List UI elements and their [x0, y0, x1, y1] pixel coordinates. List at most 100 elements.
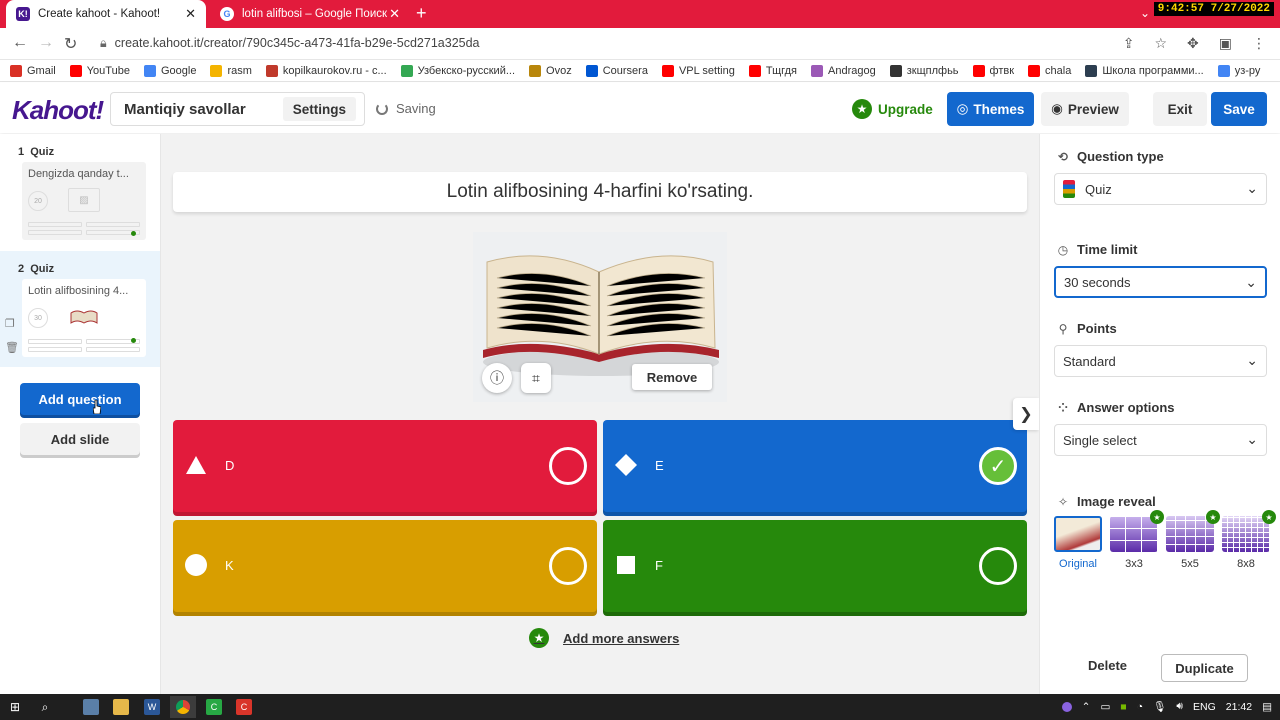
new-tab-icon[interactable]: + — [416, 3, 427, 24]
sidepanel-icon[interactable]: ▣ — [1219, 35, 1232, 52]
bookmark-item[interactable]: VPL setting — [661, 64, 735, 77]
correct-toggle[interactable] — [549, 447, 587, 485]
bookmark-item[interactable]: фтвк — [972, 64, 1014, 77]
delete-question-button[interactable]: Delete — [1088, 658, 1127, 673]
wifi-icon[interactable]: ◔ — [1137, 701, 1143, 713]
time-limit-select[interactable]: 30 seconds ⌄ — [1054, 266, 1267, 298]
close-tab-icon[interactable]: ✕ — [389, 6, 400, 22]
microphone-icon[interactable]: 🎙︎ — [1153, 700, 1166, 713]
bookmark-label: rasm — [227, 64, 252, 77]
bookmark-favicon-icon — [811, 64, 824, 77]
bookmark-item[interactable]: chala — [1028, 64, 1071, 77]
nvidia-icon[interactable]: ■ — [1120, 701, 1126, 713]
reveal-option-5x5[interactable]: 5x5 ★ — [1166, 510, 1220, 570]
camtasia-icon[interactable]: C — [206, 699, 222, 715]
crop-icon[interactable]: ⌗ — [521, 363, 551, 393]
add-question-button[interactable]: Add question — [20, 383, 140, 415]
search-icon[interactable]: ⌕ — [37, 699, 53, 715]
bookmark-item[interactable]: kopilkaurokov.ru - с... — [265, 64, 387, 77]
tab-google-search[interactable]: G lotin alifbosi – Google Поиск ✕ — [210, 0, 410, 28]
answer-text[interactable]: K — [225, 558, 234, 573]
duplicate-slide-icon[interactable]: ❐ — [5, 317, 15, 330]
chrome-icon[interactable] — [170, 696, 196, 718]
bookmark-star-icon[interactable]: ☆ — [1154, 35, 1167, 52]
answer-4[interactable]: F — [603, 520, 1027, 612]
add-more-answers-button[interactable]: ★ Add more answers — [529, 628, 679, 648]
answer-text[interactable]: E — [655, 458, 664, 473]
points-select[interactable]: Standard ⌄ — [1054, 345, 1267, 377]
question-title-field[interactable]: Lotin alifbosining 4-harfini ko'rsating. — [173, 172, 1027, 212]
language-indicator[interactable]: ENG — [1193, 701, 1216, 713]
tab-search-chevron-icon[interactable]: ⌄ — [1140, 6, 1150, 20]
bookmark-item[interactable]: уз-ру — [1217, 64, 1260, 77]
question-type-select[interactable]: Quiz ⌄ — [1054, 173, 1267, 205]
bookmark-item[interactable]: зкщплфьь — [889, 64, 959, 77]
menu-kebab-icon[interactable]: ⋮ — [1252, 35, 1266, 52]
back-arrow-icon[interactable]: ← — [12, 34, 28, 52]
add-slide-button[interactable]: Add slide — [20, 423, 140, 455]
extensions-icon[interactable]: ✥ — [1187, 35, 1199, 52]
chevron-right-icon[interactable]: ❯ — [1013, 398, 1039, 430]
recorder-icon[interactable]: C — [236, 699, 252, 715]
tab-create-kahoot[interactable]: K! Create kahoot - Kahoot! ✕ — [6, 0, 206, 28]
question-image[interactable]: ⓘ ⌗ Remove — [473, 232, 727, 402]
bookmark-item[interactable]: Coursera — [585, 64, 648, 77]
url-field[interactable]: 🔒︎ create.kahoot.it/creator/790c345c-a473… — [100, 36, 480, 51]
chevron-up-icon[interactable]: ⌃ — [1082, 701, 1091, 713]
bookmark-item[interactable]: Gmail — [10, 64, 56, 77]
answer-options-select[interactable]: Single select ⌄ — [1054, 424, 1267, 456]
exit-button[interactable]: Exit — [1153, 92, 1207, 126]
slide-item-selected[interactable]: 2 Quiz Lotin alifbosining 4... 30 ❐ 🗑︎ — [0, 251, 160, 367]
answer-2[interactable]: E ✓ — [603, 420, 1027, 512]
folder-icon[interactable] — [113, 699, 129, 715]
correct-toggle[interactable] — [549, 547, 587, 585]
upgrade-button[interactable]: ★ Upgrade — [852, 99, 933, 119]
answer-1[interactable]: D — [173, 420, 597, 512]
volume-icon[interactable]: 🔊︎ — [1176, 700, 1183, 713]
bookmark-item[interactable]: Google — [143, 64, 196, 77]
bookmark-item[interactable]: Ovoz — [529, 64, 572, 77]
bookmark-item[interactable]: rasm — [210, 64, 252, 77]
thumb-time: 30 — [28, 308, 48, 328]
system-clock[interactable]: 21:42 — [1226, 701, 1252, 713]
book-thumbnail-icon — [68, 305, 100, 329]
preview-button[interactable]: ◉ Preview — [1041, 92, 1129, 126]
save-button[interactable]: Save — [1211, 92, 1267, 126]
duplicate-question-button[interactable]: Duplicate — [1161, 654, 1248, 682]
correct-check-icon[interactable]: ✓ — [979, 447, 1017, 485]
thumb-title: Dengizda qanday t... — [28, 168, 129, 180]
windows-start-icon[interactable]: ⊞ — [7, 699, 23, 715]
answer-text[interactable]: D — [225, 458, 234, 473]
network-icon[interactable]: ▭ — [1100, 701, 1110, 713]
answer-3[interactable]: K — [173, 520, 597, 612]
reveal-option-8x8[interactable]: 8x8 ★ — [1222, 510, 1276, 570]
notifications-icon[interactable]: ▤ — [1262, 701, 1272, 713]
bookmark-item[interactable]: Узбекско-русский... — [400, 64, 515, 77]
bookmark-item[interactable]: YouTube — [69, 64, 130, 77]
bookmark-item[interactable]: Тщгдя — [748, 64, 797, 77]
settings-button[interactable]: Settings — [282, 97, 356, 121]
reveal-option-original[interactable]: Original — [1054, 516, 1102, 570]
trash-icon[interactable]: 🗑︎ — [5, 341, 19, 354]
bookmark-item[interactable]: Andragog — [811, 64, 876, 77]
close-tab-icon[interactable]: ✕ — [185, 6, 196, 22]
themes-button[interactable]: ◎ Themes — [947, 92, 1034, 126]
answer-text[interactable]: F — [655, 558, 663, 573]
bookmark-item[interactable]: Школа программи... — [1085, 64, 1204, 77]
notification-dot-icon[interactable] — [1061, 701, 1072, 712]
kahoot-logo[interactable]: Kahoot! — [12, 95, 104, 126]
slide-item[interactable]: 1 Quiz Dengizda qanday t... 20 ▨ — [0, 134, 160, 250]
app-icon[interactable] — [83, 699, 99, 715]
bookmark-favicon-icon — [748, 64, 761, 77]
reveal-option-3x3[interactable]: 3x3 ★ — [1110, 510, 1164, 570]
info-icon[interactable]: ⓘ — [482, 363, 512, 393]
slide-thumbnail[interactable]: Dengizda qanday t... 20 ▨ — [22, 162, 146, 240]
kahoot-title-field[interactable]: Mantiqiy savollar Settings — [110, 92, 365, 126]
share-icon[interactable]: ⇪ — [1123, 35, 1135, 52]
reload-icon[interactable]: ↻ — [64, 34, 77, 54]
remove-image-button[interactable]: Remove — [632, 364, 712, 390]
forward-arrow-icon[interactable]: → — [38, 34, 54, 52]
slide-thumbnail[interactable]: Lotin alifbosining 4... 30 — [22, 279, 146, 357]
correct-toggle[interactable] — [979, 547, 1017, 585]
word-icon[interactable]: W — [144, 699, 160, 715]
